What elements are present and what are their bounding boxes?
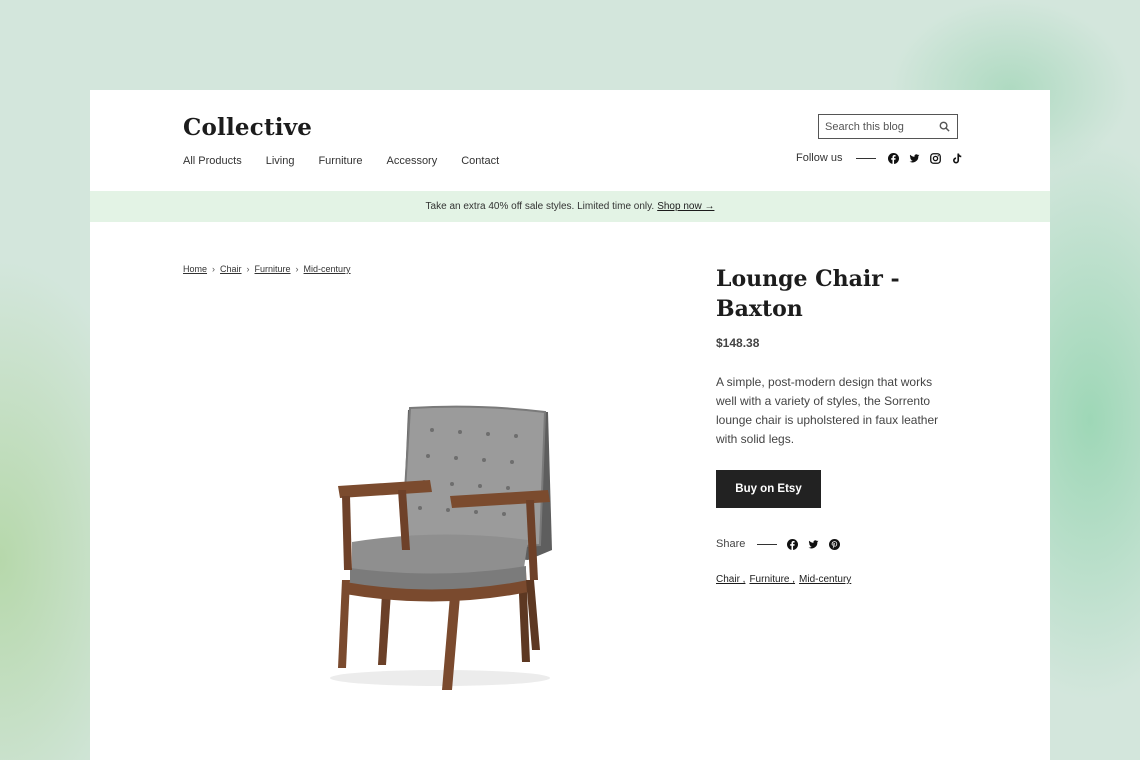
breadcrumb-separator: › [295, 264, 299, 274]
search-icon[interactable] [939, 121, 951, 133]
product-description: A simple, post-modern design that works … [716, 375, 939, 446]
breadcrumb-chair[interactable]: Chair [220, 264, 242, 274]
tiktok-icon[interactable] [951, 152, 962, 164]
breadcrumb-mid-century[interactable]: Mid-century [304, 264, 351, 274]
search-box [818, 114, 958, 139]
breadcrumb-furniture[interactable]: Furniture [255, 264, 291, 274]
divider-line [757, 543, 778, 545]
product-title: Lounge Chair - Baxton [716, 266, 900, 322]
breadcrumb: Home › Chair › Furniture › Mid-century [183, 264, 351, 274]
site-logo[interactable]: Collective [183, 114, 312, 141]
twitter-icon[interactable] [808, 539, 819, 550]
pinterest-icon[interactable] [829, 538, 841, 550]
facebook-icon[interactable] [787, 538, 799, 550]
share-label: Share [716, 538, 746, 550]
nav-item-contact[interactable]: Contact [461, 155, 499, 167]
share-links [787, 538, 841, 550]
follow-us-label: Follow us [796, 152, 843, 164]
share-row: Share [716, 538, 841, 550]
follow-us: Follow us [796, 152, 962, 164]
search-input[interactable] [825, 120, 935, 133]
twitter-icon[interactable] [909, 153, 921, 164]
nav-item-accessory[interactable]: Accessory [386, 155, 437, 167]
breadcrumb-separator: › [246, 264, 250, 274]
instagram-icon[interactable] [930, 152, 942, 164]
breadcrumb-separator: › [212, 264, 216, 274]
tag-chair[interactable]: Chair , [716, 574, 745, 585]
nav-item-furniture[interactable]: Furniture [318, 155, 362, 167]
product-image [330, 405, 552, 690]
product-tags: Chair , Furniture , Mid-century [716, 574, 851, 585]
main-nav: All Products Living Furniture Accessory … [183, 155, 499, 167]
breadcrumb-home[interactable]: Home [183, 264, 207, 274]
promo-banner: Take an extra 40% off sale styles. Limit… [90, 191, 1050, 222]
tag-mid-century[interactable]: Mid-century [799, 574, 851, 585]
page-card: Collective All Products Living Furniture… [90, 90, 1050, 760]
social-links [888, 152, 962, 164]
nav-item-all-products[interactable]: All Products [183, 155, 242, 167]
shop-now-link[interactable]: Shop now → [657, 201, 714, 212]
product-price: $148.38 [716, 336, 760, 350]
buy-on-etsy-button[interactable]: Buy on Etsy [716, 470, 821, 508]
divider-line [856, 157, 877, 159]
nav-item-living[interactable]: Living [266, 155, 295, 167]
promo-text: Take an extra 40% off sale styles. Limit… [425, 201, 655, 212]
facebook-icon[interactable] [888, 152, 900, 164]
tag-furniture[interactable]: Furniture , [749, 574, 795, 585]
